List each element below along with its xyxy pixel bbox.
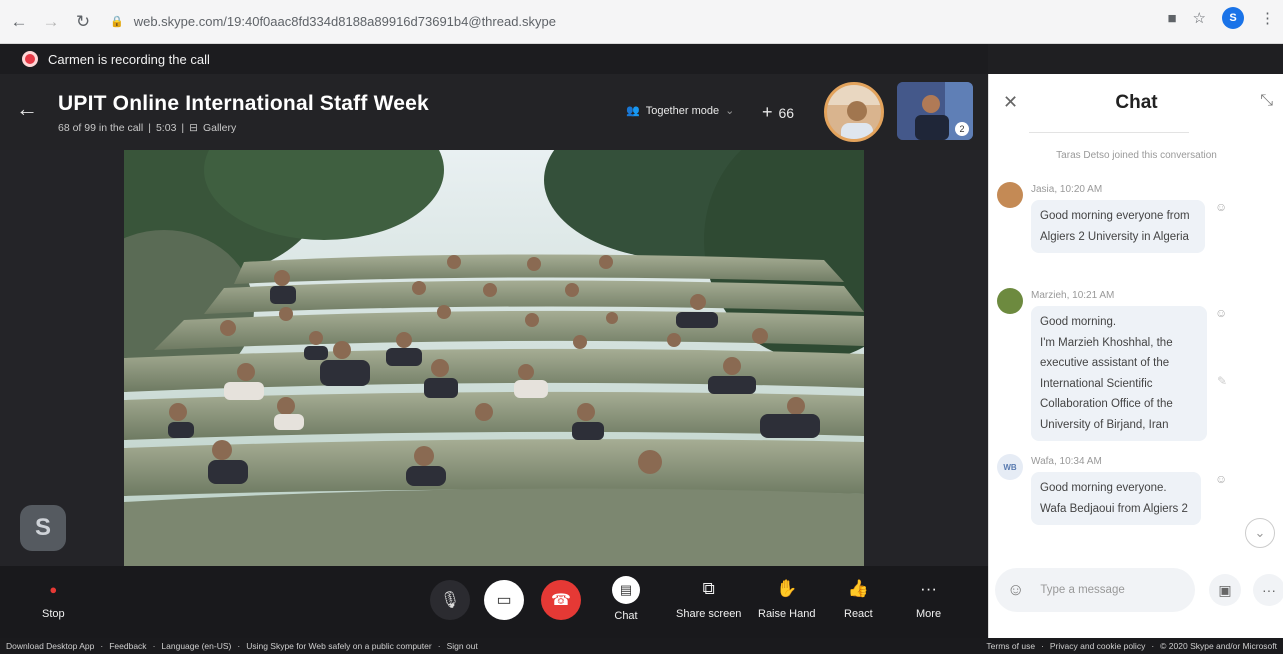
participant-video-thumb[interactable]	[824, 82, 884, 142]
scroll-down-button[interactable]: ⌄	[1245, 518, 1275, 548]
message-bubble[interactable]: Good morning everyone. Wafa Bedjaoui fro…	[1031, 472, 1201, 525]
expand-icon[interactable]: ⤡	[1260, 92, 1273, 110]
message-bubble[interactable]: Good morning everyone from Algiers 2 Uni…	[1031, 200, 1205, 253]
chat-bubble-icon: ▤	[612, 576, 640, 604]
people-icon: 👥	[626, 105, 640, 117]
participant-count: 68 of 99 in the call	[58, 122, 144, 134]
call-subtitle: 68 of 99 in the call | 5:03 | ⊟ Gallery	[58, 122, 237, 134]
chat-label: Chat	[614, 610, 638, 622]
footer-link[interactable]: Sign out	[447, 641, 478, 651]
footer-link[interactable]: Terms of use	[986, 641, 1035, 651]
emoji-picker-icon[interactable]: ☺	[1007, 580, 1024, 600]
raise-label: Raise Hand	[758, 608, 816, 620]
message-input[interactable]: ☺ Type a message	[995, 568, 1195, 612]
browser-menu-icon[interactable]: ⋮	[1260, 9, 1275, 27]
forward-icon[interactable]: →	[38, 9, 64, 35]
call-duration: 5:03	[155, 122, 177, 134]
self-video-thumb[interactable]: 2	[897, 82, 973, 140]
mic-muted-button[interactable]: 🎙	[430, 580, 470, 620]
chat-panel: ✕ Chat ⤡ Taras Detso joined this convers…	[988, 74, 1283, 638]
url-text: web.skype.com/19:40f0aac8fd334d8188a8991…	[133, 14, 556, 29]
share-label: Share screen	[676, 608, 742, 620]
self-badge: 2	[955, 122, 969, 136]
more-button[interactable]: ··· More	[916, 576, 941, 620]
avatar[interactable]	[997, 288, 1023, 314]
hang-up-icon: ☎	[551, 592, 571, 609]
footer-link[interactable]: Download Desktop App	[6, 641, 94, 651]
gallery-icon: ⊟	[189, 122, 198, 134]
emoji-react-icon[interactable]: ☺	[1215, 472, 1227, 486]
chat-title: Chat	[1115, 92, 1158, 113]
share-screen-icon: ⧉	[702, 579, 715, 598]
together-mode-button[interactable]: 👥 Together mode ⌄	[626, 104, 735, 118]
message-bubble[interactable]: Good morning. I'm Marzieh Khoshhal, the …	[1031, 306, 1207, 441]
recording-text: Carmen is recording the call	[48, 51, 210, 67]
stop-recording-button[interactable]: ● Stop	[42, 576, 65, 621]
chevron-down-icon: ⌄	[1254, 525, 1266, 540]
raise-hand-button[interactable]: ✋ Raise Hand	[758, 576, 815, 620]
bookmark-star-icon[interactable]: ☆	[1193, 9, 1206, 27]
end-call-button[interactable]: ☎	[541, 580, 581, 620]
recording-banner: Carmen is recording the call	[0, 44, 988, 74]
page-footer: Download Desktop App · Feedback · Language…	[0, 638, 1283, 654]
profile-avatar[interactable]: S	[1222, 7, 1244, 29]
footer-copyright: © 2020 Skype and/or Microsoft	[1160, 641, 1277, 651]
record-dot-icon: ●	[49, 581, 58, 597]
message-header: Wafa, 10:34 AM	[1031, 456, 1102, 467]
video-camera-icon: ▭	[496, 592, 512, 609]
mic-off-icon: 🎙	[439, 592, 461, 609]
chevron-down-icon: ⌄	[725, 105, 735, 117]
call-title: UPIT Online International Staff Week	[58, 92, 429, 115]
call-controls: ● Stop 🎙 ▭ ☎ ▤ Chat ⧉ Share screen ✋ Rai…	[0, 566, 988, 638]
hand-icon: ✋	[776, 579, 798, 598]
more-label: More	[916, 608, 942, 620]
call-header: ← UPIT Online International Staff Week 6…	[0, 74, 988, 150]
together-mode-scene	[124, 150, 864, 566]
footer-link[interactable]: Using Skype for Web safely on a public c…	[246, 641, 432, 651]
emoji-react-icon[interactable]: ☺	[1215, 306, 1227, 320]
footer-link[interactable]: Language (en-US)	[161, 641, 231, 651]
more-participants-button[interactable]: + 66	[762, 102, 794, 123]
footer-link[interactable]: Feedback	[109, 641, 146, 651]
lock-icon: 🔒	[110, 16, 124, 28]
system-message: Taras Detso joined this conversation	[1056, 150, 1217, 161]
more-options-button[interactable]: ···	[1253, 574, 1283, 606]
plus-icon: +	[762, 102, 773, 122]
back-arrow-icon[interactable]: ←	[16, 96, 38, 122]
attach-media-button[interactable]: ▣	[1209, 574, 1241, 606]
view-mode[interactable]: Gallery	[203, 122, 236, 134]
divider	[1029, 132, 1189, 133]
extra-count: 66	[778, 104, 795, 121]
message-header: Marzieh, 10:21 AM	[1031, 290, 1115, 301]
more-dots-icon: ···	[1262, 582, 1276, 598]
address-bar[interactable]: 🔒 web.skype.com/19:40f0aac8fd334d8188a89…	[110, 7, 1150, 37]
reload-icon[interactable]: ↻	[70, 9, 96, 35]
together-mode-label: Together mode	[645, 104, 720, 117]
camera-permission-icon[interactable]: ■	[1167, 10, 1176, 27]
message-placeholder: Type a message	[1040, 584, 1125, 596]
react-button[interactable]: 👍 React	[844, 576, 873, 620]
footer-link[interactable]: Privacy and cookie policy	[1050, 641, 1145, 651]
share-screen-button[interactable]: ⧉ Share screen	[676, 576, 741, 620]
recording-icon	[22, 51, 38, 67]
more-dots-icon: ···	[920, 579, 938, 598]
message-header: Jasia, 10:20 AM	[1031, 184, 1103, 195]
stop-label: Stop	[42, 608, 65, 620]
avatar[interactable]: WB	[997, 454, 1023, 480]
avatar[interactable]	[997, 182, 1023, 208]
back-icon[interactable]: ←	[6, 9, 32, 35]
video-toggle-button[interactable]: ▭	[484, 580, 524, 620]
gallery-icon: ▣	[1218, 581, 1232, 598]
thumbs-up-icon: 👍	[847, 579, 869, 598]
browser-toolbar: ← → ↻ 🔒 web.skype.com/19:40f0aac8fd334d8…	[0, 0, 1283, 44]
emoji-react-icon[interactable]: ☺	[1215, 200, 1227, 214]
react-label: React	[844, 608, 873, 620]
chat-button[interactable]: ▤ Chat	[612, 576, 640, 622]
edit-icon[interactable]: ✎	[1217, 374, 1227, 388]
skype-logo: S	[20, 505, 66, 551]
